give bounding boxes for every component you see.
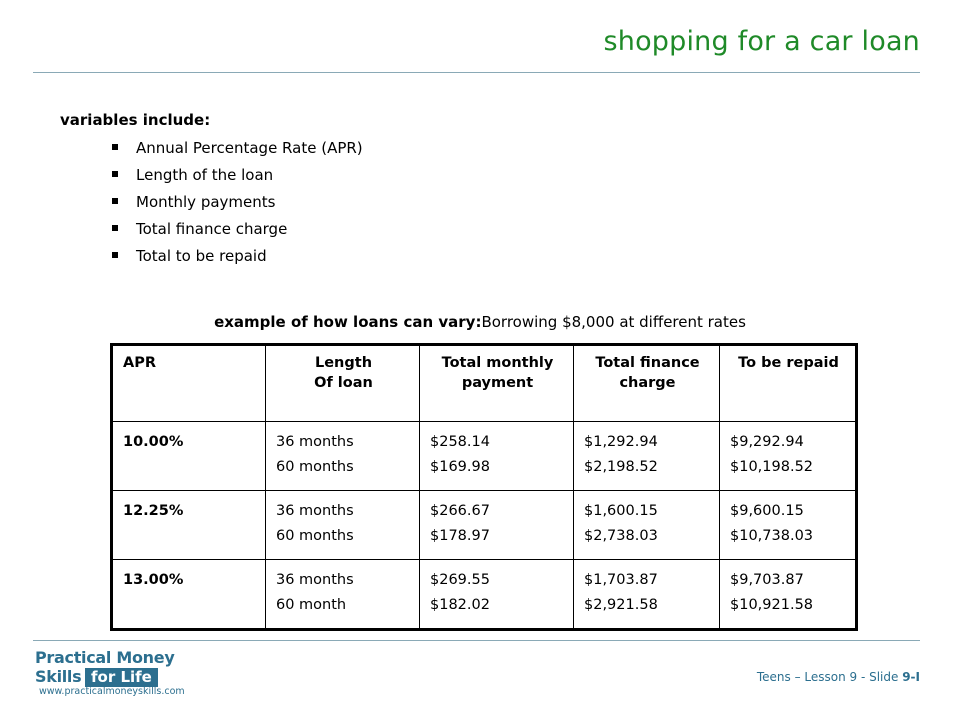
table-row: 13.00% 36 months 60 month $269.55 $182.02 …: [111, 559, 857, 630]
list-item: Length of the loan: [108, 165, 363, 192]
list-item: Annual Percentage Rate (APR): [108, 138, 363, 165]
cell-repaid: $9,600.15 $10,738.03: [719, 490, 857, 560]
header-apr: APR: [111, 344, 266, 422]
list-item-label: Length of the loan: [136, 166, 274, 184]
top-divider: [33, 72, 920, 73]
list-item: Monthly payments: [108, 192, 363, 219]
table-header-row: APR Length Of loan Total monthly payment …: [111, 344, 857, 422]
cell-repaid: $9,703.87 $10,921.58: [719, 559, 857, 630]
cell-length: 36 months 60 months: [265, 490, 420, 560]
cell-length: 36 months 60 month: [265, 559, 420, 630]
square-bullet-icon: [112, 144, 118, 150]
list-item: Total to be repaid: [108, 246, 363, 273]
list-item-label: Annual Percentage Rate (APR): [136, 139, 363, 157]
slide-title: shopping for a car loan: [603, 26, 920, 57]
list-item-label: Total to be repaid: [136, 247, 267, 265]
cell-monthly: $269.55 $182.02: [419, 559, 574, 630]
square-bullet-icon: [112, 171, 118, 177]
header-monthly: Total monthly payment: [419, 344, 574, 422]
loan-comparison-table: APR Length Of loan Total monthly payment …: [110, 343, 858, 631]
table-row: 12.25% 36 months 60 months $266.67 $178.97…: [111, 490, 857, 560]
cell-finance: $1,703.87 $2,921.58: [573, 559, 720, 630]
intro-heading: variables include:: [60, 111, 211, 129]
square-bullet-icon: [112, 252, 118, 258]
cell-monthly: $258.14 $169.98: [419, 421, 574, 491]
caption-bold: example of how loans can vary:: [214, 313, 482, 331]
header-length: Length Of loan: [265, 344, 420, 422]
slide-footer: Teens – Lesson 9 - Slide 9-I: [757, 670, 920, 684]
cell-length: 36 months 60 months: [265, 421, 420, 491]
logo-line-2: for Life: [85, 668, 158, 687]
list-item: Total finance charge: [108, 219, 363, 246]
brand-logo: Practical Money Skills for Life www.prac…: [33, 648, 203, 698]
cell-apr: 12.25%: [111, 490, 266, 560]
header-repaid: To be repaid: [719, 344, 857, 422]
cell-monthly: $266.67 $178.97: [419, 490, 574, 560]
header-finance: Total finance charge: [573, 344, 720, 422]
cell-apr: 10.00%: [111, 421, 266, 491]
caption-text: Borrowing $8,000 at different rates: [481, 313, 746, 331]
square-bullet-icon: [112, 198, 118, 204]
logo-url: www.practicalmoneyskills.com: [39, 686, 185, 697]
cell-finance: $1,292.94 $2,198.52: [573, 421, 720, 491]
table-row: 10.00% 36 months 60 months $258.14 $169.98…: [111, 421, 857, 491]
cell-finance: $1,600.15 $2,738.03: [573, 490, 720, 560]
table-caption: example of how loans can vary:Borrowing …: [0, 313, 960, 331]
footer-text: Teens – Lesson 9 - Slide: [756, 670, 903, 684]
cell-apr: 13.00%: [111, 559, 266, 630]
cell-repaid: $9,292.94 $10,198.52: [719, 421, 857, 491]
list-item-label: Total finance charge: [136, 220, 288, 238]
bottom-divider: [33, 640, 920, 641]
square-bullet-icon: [112, 225, 118, 231]
list-item-label: Monthly payments: [136, 193, 276, 211]
variables-list: Annual Percentage Rate (APR) Length of t…: [108, 138, 363, 273]
footer-slide-id: 9-I: [902, 670, 920, 684]
